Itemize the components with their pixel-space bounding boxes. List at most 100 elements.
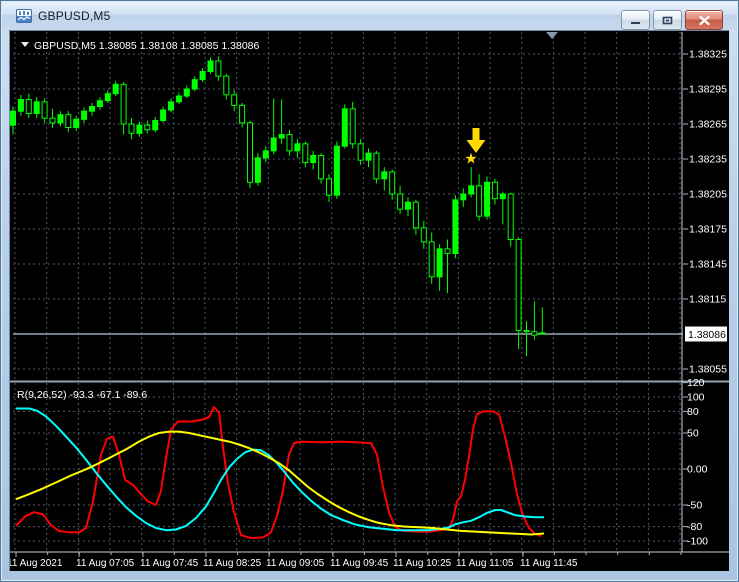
chart-canvas[interactable]: ★1.383251.382951.382651.382351.382051.38… — [10, 31, 729, 571]
chart-shift-marker — [546, 32, 558, 39]
candle — [41, 98, 48, 123]
candle — [231, 90, 238, 112]
candle-body — [531, 331, 538, 336]
candle — [168, 98, 174, 113]
window-title: GBPUSD,M5 — [38, 9, 111, 23]
candle-body — [41, 101, 48, 119]
oscillator-lines — [15, 406, 545, 540]
candle-body — [310, 155, 317, 164]
candle — [183, 85, 190, 99]
ohlc-header-text: GBPUSD,M5 1.38085 1.38108 1.38085 1.3808… — [34, 40, 259, 52]
candle — [10, 106, 16, 135]
candle — [436, 244, 443, 291]
candle-body — [10, 110, 16, 126]
candle-body — [17, 99, 24, 112]
candle-body — [152, 120, 159, 131]
candle-body — [436, 248, 443, 278]
candle-body — [389, 171, 396, 195]
oscillator-axis-label: 100 — [687, 392, 705, 404]
candle — [270, 98, 277, 155]
collapse-triangle-icon[interactable] — [21, 42, 29, 47]
candle-body — [397, 193, 404, 210]
candle — [223, 73, 230, 100]
close-button[interactable] — [685, 10, 723, 30]
candle-body — [223, 75, 230, 96]
candle-body — [286, 134, 293, 152]
candle — [96, 97, 103, 111]
candle-body — [104, 93, 111, 102]
candle — [310, 150, 317, 170]
price-label: 1.38325 — [689, 49, 727, 61]
price-label: 1.38115 — [689, 294, 726, 306]
oscillator-axis-label: 120 — [687, 377, 705, 389]
candle-body — [239, 104, 246, 124]
candle-body — [270, 137, 277, 152]
chart-icon — [16, 9, 32, 23]
candle — [278, 99, 285, 144]
current-price-label: 1.38086 — [688, 329, 726, 341]
candle-body — [215, 60, 222, 77]
candle-body — [515, 239, 522, 332]
candle — [65, 111, 72, 133]
candle — [539, 307, 546, 335]
candle — [191, 76, 198, 92]
candle-body — [341, 108, 348, 147]
candle — [365, 148, 372, 168]
candle — [405, 197, 411, 217]
candle-body — [318, 155, 325, 180]
time-axis[interactable]: 11 Aug 2021 11 Aug 07:05 11 Aug 07:45 11 Au… — [10, 552, 682, 569]
candle — [49, 108, 56, 128]
candle — [515, 237, 522, 350]
close-icon — [698, 15, 710, 25]
price-label: 1.38145 — [689, 259, 727, 271]
candle — [428, 232, 435, 284]
chart-client-area[interactable]: ★ 1.38325 1.38295 1.38265 1.38235 1.38205 1.38… — [9, 30, 729, 571]
price-axis[interactable]: 1.38325 1.38295 1.38265 1.38235 1.38205 1.381… — [683, 49, 727, 376]
candle-body — [144, 124, 151, 131]
time-label: 11 Aug 11:05 — [456, 558, 514, 569]
candle-body — [136, 124, 143, 134]
oscillator-axis-label: -80 — [687, 521, 702, 533]
candle — [412, 199, 419, 235]
minimize-button[interactable] — [621, 10, 650, 30]
window-controls — [621, 10, 723, 30]
candle-body — [112, 83, 119, 95]
candle-body — [57, 114, 64, 124]
candle — [160, 106, 167, 123]
oscillator-axis-label: 0.00 — [687, 464, 708, 476]
candle — [152, 117, 159, 133]
candle — [523, 321, 530, 357]
window-titlebar[interactable]: GBPUSD,M5 — [2, 2, 737, 30]
candle — [389, 169, 396, 200]
candle-body — [254, 157, 261, 183]
price-label: 1.38055 — [689, 364, 727, 376]
price-label: 1.38265 — [689, 119, 727, 131]
candle — [397, 185, 404, 214]
oscillator-title: R(9,26,52) -93.3 -67.1 -89.6 — [17, 389, 147, 401]
candle-body — [468, 185, 475, 195]
candle — [373, 150, 380, 184]
time-label: 11 Aug 11:45 — [520, 558, 578, 569]
candle-body — [460, 193, 467, 201]
candle — [120, 82, 127, 135]
candle-body — [73, 118, 80, 129]
candle — [128, 118, 135, 140]
candle-body — [333, 145, 340, 196]
candle-body — [539, 332, 546, 335]
candle-body — [120, 83, 127, 125]
candle — [349, 101, 356, 149]
candle-body — [262, 150, 269, 159]
time-label: 11 Aug 2021 — [10, 558, 63, 569]
candle-body — [199, 71, 206, 81]
oscillator-axis[interactable]: 120 100 80 50 0.00 -50 -80 -100 — [683, 377, 708, 548]
candle-body — [476, 185, 483, 217]
candle-body — [25, 99, 32, 115]
time-label: 11 Aug 09:45 — [330, 558, 389, 569]
restore-icon — [662, 16, 673, 24]
candle — [318, 153, 325, 184]
candle — [452, 195, 459, 259]
restore-button[interactable] — [653, 10, 682, 30]
candle — [215, 56, 222, 81]
oscillator-axis-label: 50 — [687, 428, 699, 440]
candle-body — [294, 143, 301, 152]
